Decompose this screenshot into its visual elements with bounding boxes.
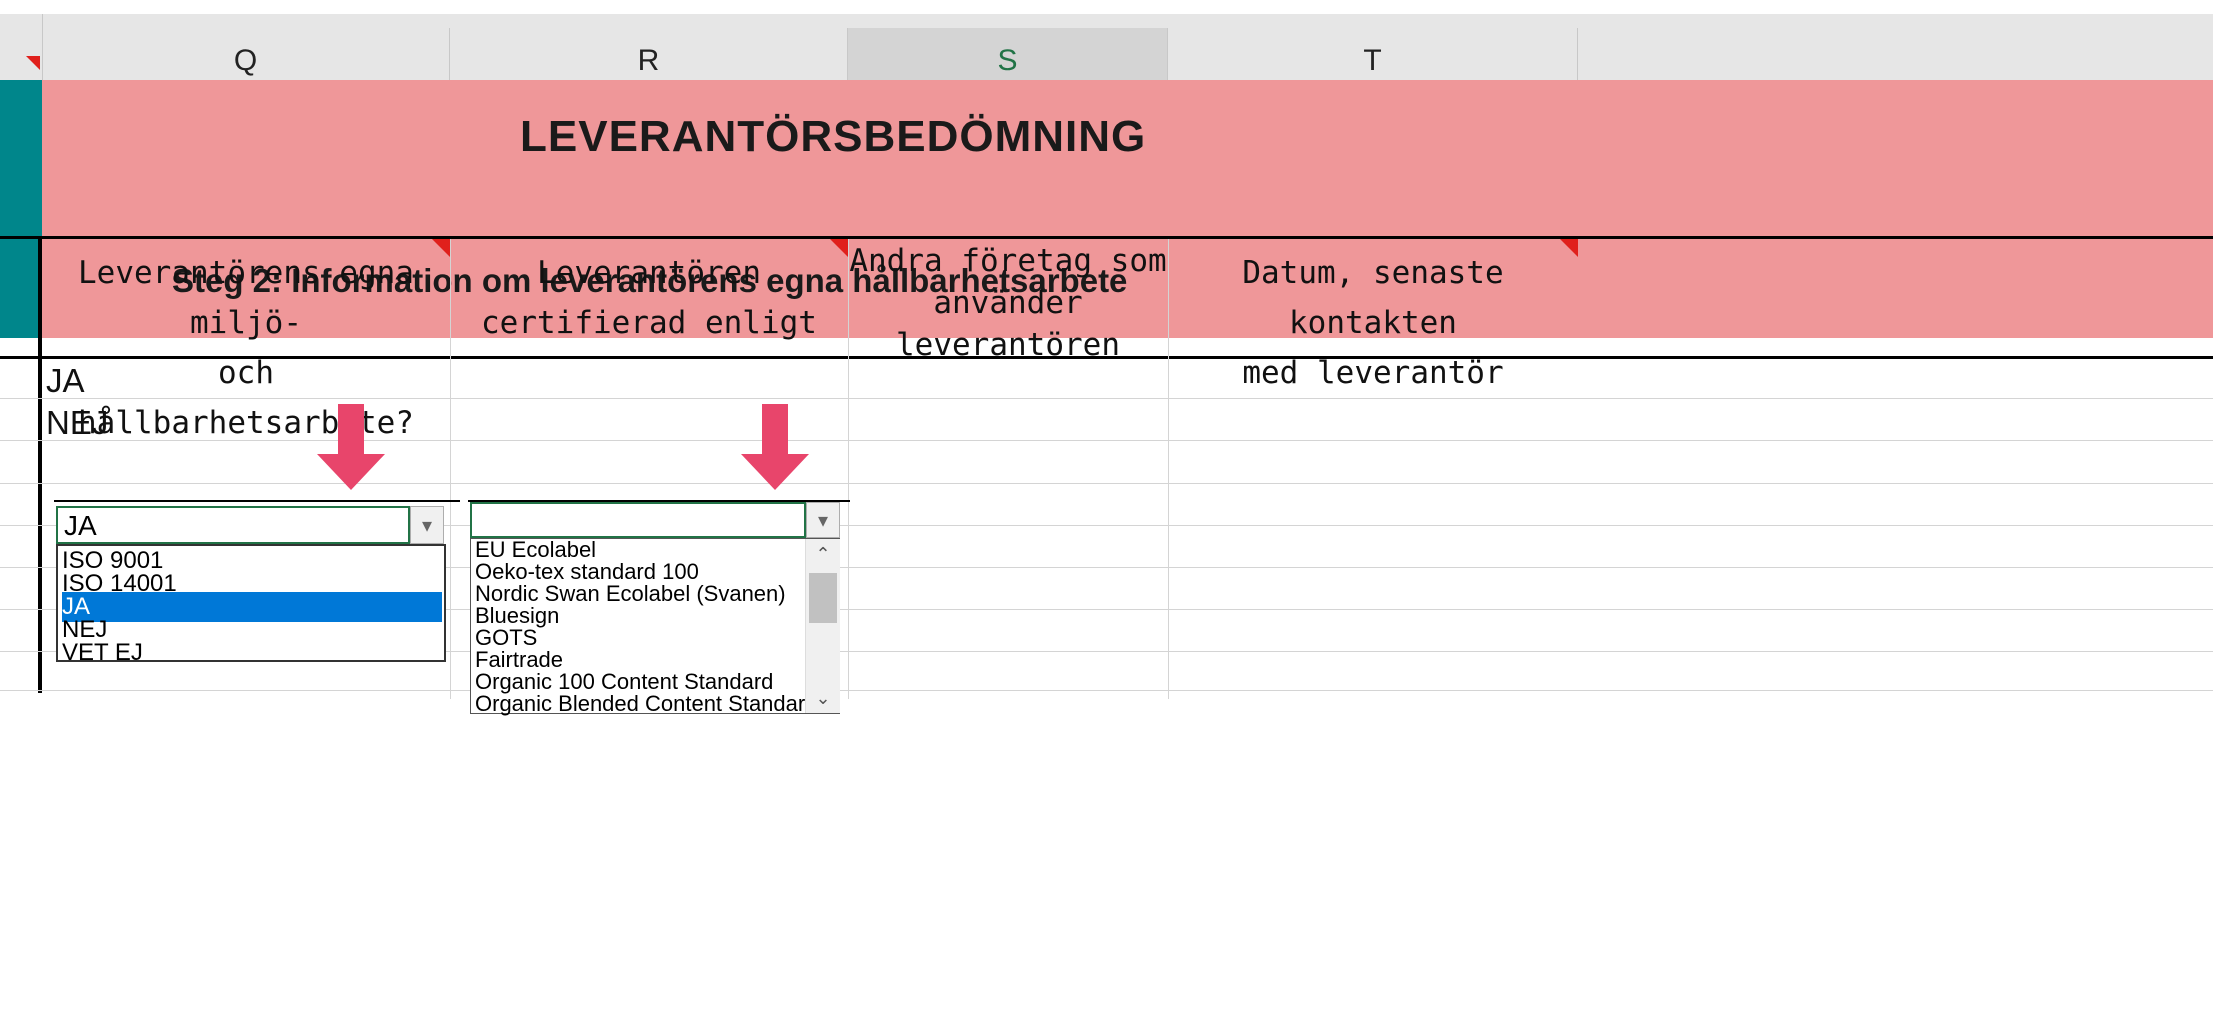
dropdown-q-option[interactable]: VET EJ <box>62 638 442 668</box>
dropdown-q-list: ISO 9001 ISO 14001 JA NEJ VET EJ <box>56 544 446 666</box>
dropdown-r-scrollbar[interactable]: ⌃ ⌄ <box>805 539 840 713</box>
header-s-line2: använder <box>933 285 1083 321</box>
header-t-line1: Datum, senaste kontakten <box>1242 255 1504 341</box>
arrow-pointer-r <box>762 404 788 454</box>
dropdown-r-option[interactable]: Organic Blended Content Standard <box>475 693 817 715</box>
header-s-line1: Andra företag som <box>849 243 1167 279</box>
scrollbar-thumb[interactable] <box>809 573 837 623</box>
cell-top-border <box>54 500 460 502</box>
dropdown-r-option[interactable]: EU Ecolabel <box>475 539 596 561</box>
header-s: Andra företag som använder leverantören <box>848 240 1168 366</box>
dropdown-r-field[interactable] <box>470 502 806 538</box>
dropdown-r-list: EU Ecolabel Oeko-tex standard 100 Nordic… <box>470 538 840 715</box>
cell-q1[interactable]: JA <box>46 362 85 400</box>
dropdown-r-option[interactable]: Bluesign <box>475 605 559 627</box>
column-header-bar: Q R S T <box>0 0 2213 94</box>
column-divider <box>42 14 43 80</box>
grid-line <box>0 690 2213 691</box>
header-t: Datum, senaste kontakten med leverantör <box>1168 248 1578 398</box>
header-r-line1: Leverantören <box>537 255 761 291</box>
header-s-line3: leverantören <box>896 327 1120 363</box>
arrow-down-icon <box>741 454 809 490</box>
chevron-up-icon[interactable]: ⌃ <box>806 539 840 569</box>
comment-indicator-icon <box>26 56 40 70</box>
header-q-line1: Leverantörens egna miljö- <box>78 255 414 341</box>
dropdown-q-value: JA <box>64 510 97 541</box>
dropdown-r-option[interactable]: Oeko-tex standard 100 <box>475 561 699 583</box>
dropdown-r-option[interactable]: GOTS <box>475 627 537 649</box>
header-r-line2: certifierad enligt <box>481 305 817 341</box>
dropdown-r-option[interactable]: Fairtrade <box>475 649 563 671</box>
arrow-pointer-q <box>338 404 364 454</box>
banner-bottom-border <box>0 236 2213 239</box>
accent-bar <box>0 80 42 338</box>
chevron-down-icon[interactable]: ▾ <box>806 502 840 538</box>
chevron-down-icon[interactable]: ⌄ <box>806 683 840 713</box>
header-r: Leverantören certifierad enligt <box>450 248 848 348</box>
cell-q2[interactable]: NEJ <box>46 404 108 442</box>
header-t-line2: med leverantör <box>1242 355 1504 391</box>
dropdown-r-option[interactable]: Organic 100 Content Standard <box>475 671 773 693</box>
dropdown-q-field[interactable]: JA <box>56 506 410 544</box>
arrow-down-icon <box>317 454 385 490</box>
dropdown-r-option[interactable]: Nordic Swan Ecolabel (Svanen) <box>475 583 786 605</box>
page-title: LEVERANTÖRSBEDÖMNING <box>520 112 1147 161</box>
chevron-down-icon[interactable]: ▾ <box>410 506 444 544</box>
